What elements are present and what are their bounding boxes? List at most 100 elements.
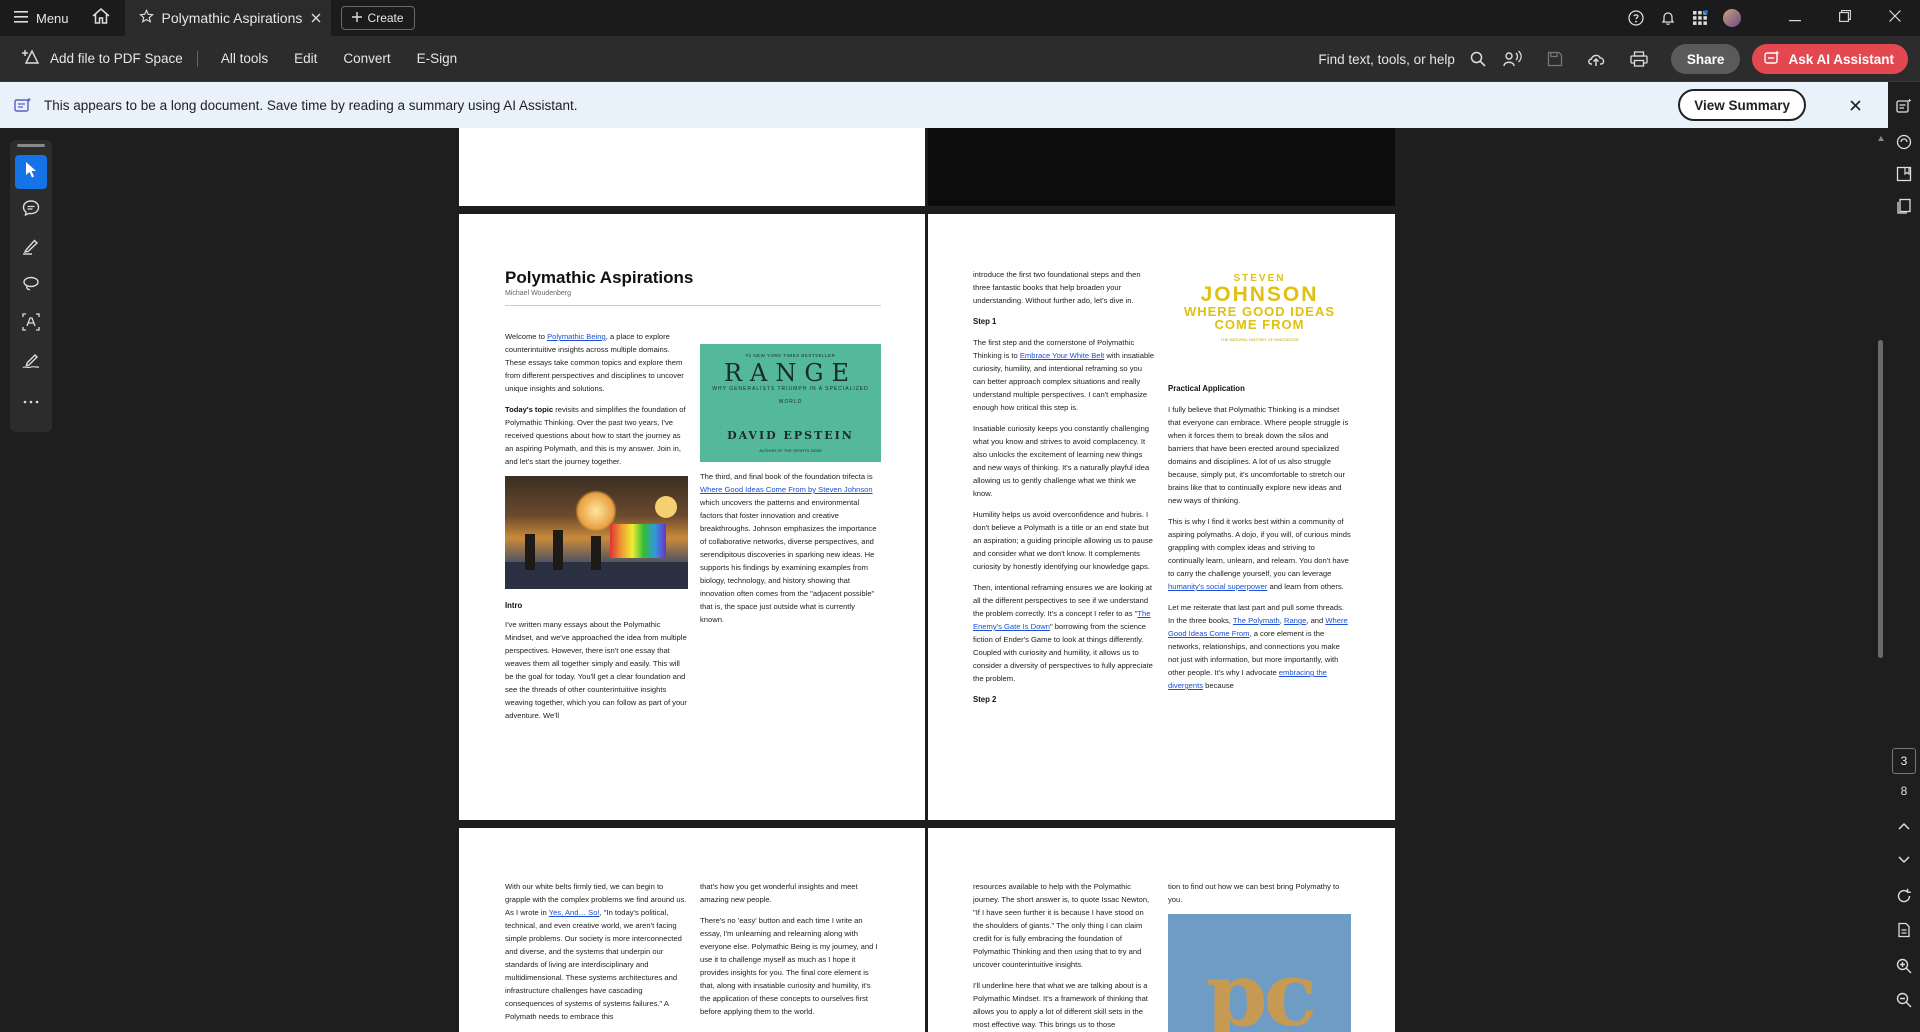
embrace-white-belt-link[interactable]: Embrace Your White Belt: [1020, 351, 1104, 360]
previous-page-icon[interactable]: [1888, 808, 1920, 844]
the-polymath-link[interactable]: The Polymath: [1233, 616, 1280, 625]
document-page-3: With our white belts firmly tied, we can…: [459, 828, 925, 1032]
step-1-paragraph: The first step and the cornerstone of Po…: [973, 338, 1155, 412]
more-tools-button[interactable]: [15, 383, 47, 417]
close-window-button[interactable]: [1870, 0, 1920, 36]
pages-panel-icon[interactable]: [1888, 188, 1920, 224]
profile-avatar[interactable]: [1716, 0, 1748, 36]
shoulders-of-giants-paragraph: resources available to help with the Pol…: [973, 882, 1150, 969]
bring-polymathy-paragraph: tion to find out how we can best bring P…: [1168, 882, 1340, 904]
sign-tool[interactable]: [15, 345, 47, 379]
select-tool[interactable]: [15, 155, 47, 189]
star-icon[interactable]: [138, 9, 154, 27]
comments-panel-icon[interactable]: [1888, 124, 1920, 160]
next-page-icon[interactable]: [1888, 842, 1920, 878]
upload-cloud-icon[interactable]: [1579, 41, 1615, 77]
menu-label: Menu: [36, 10, 69, 26]
third-book-paragraph: The third, and final book of the foundat…: [700, 472, 877, 624]
page-3-column-left: With our white belts firmly tied, we can…: [505, 880, 688, 1031]
page-4-column-right: tion to find out how we can best bring P…: [1168, 880, 1351, 1032]
apps-grid-icon[interactable]: [1684, 0, 1716, 36]
esign-menu[interactable]: E-Sign: [404, 51, 471, 66]
ai-summary-banner: This appears to be a long document. Save…: [0, 82, 1888, 128]
add-file-button[interactable]: Add file to PDF Space: [0, 36, 197, 82]
share-button[interactable]: Share: [1670, 44, 1741, 74]
quick-tools-rail: [10, 140, 52, 432]
today-topic-paragraph: Today's topic revisits and simplifies th…: [505, 405, 686, 466]
polymath-illustration: [505, 476, 688, 589]
save-icon[interactable]: [1537, 41, 1573, 77]
document-title: Polymathic Aspirations: [505, 268, 694, 287]
page-1-column-left: Welcome to Polymathic Being, a place to …: [505, 330, 688, 730]
page-fit-icon[interactable]: [1888, 912, 1920, 948]
restore-icon: [1839, 9, 1851, 27]
yes-and-so-link[interactable]: Yes, And… So!: [549, 908, 600, 917]
lasso-draw-icon: [22, 275, 40, 298]
view-summary-button[interactable]: View Summary: [1678, 89, 1806, 121]
document-scrollbar[interactable]: [1878, 128, 1884, 1032]
banner-message: This appears to be a long document. Save…: [44, 97, 578, 113]
polymathic-being-link[interactable]: Polymathic Being: [547, 332, 606, 341]
home-button[interactable]: [83, 0, 119, 36]
practical-paragraph: I fully believe that Polymathic Thinking…: [1168, 405, 1349, 505]
reiterate-paragraph: Let me reiterate that last part and pull…: [1168, 603, 1348, 690]
current-page-input[interactable]: 3: [1892, 748, 1916, 774]
add-file-label: Add file to PDF Space: [50, 51, 183, 66]
edit-menu[interactable]: Edit: [281, 51, 330, 66]
text-tool[interactable]: [15, 307, 47, 341]
ask-ai-assistant-button[interactable]: Ask AI Assistant: [1752, 44, 1908, 74]
find-label[interactable]: Find text, tools, or help: [1318, 52, 1455, 67]
print-icon[interactable]: [1621, 41, 1657, 77]
search-icon[interactable]: [1467, 41, 1489, 77]
white-belts-paragraph: With our white belts firmly tied, we can…: [505, 882, 687, 1021]
rotate-refresh-icon[interactable]: [1888, 878, 1920, 914]
tab-title: Polymathic Aspirations: [161, 10, 303, 26]
text-box-icon: [22, 312, 40, 336]
read-aloud-icon[interactable]: [1495, 41, 1531, 77]
help-icon[interactable]: [1620, 0, 1652, 36]
social-superpower-link[interactable]: humanity's social superpower: [1168, 582, 1267, 591]
restore-button[interactable]: [1820, 0, 1870, 36]
range-link[interactable]: Range: [1284, 616, 1306, 625]
ai-assistant-icon: [1764, 50, 1780, 69]
minimize-button[interactable]: [1770, 0, 1820, 36]
hamburger-icon: [14, 10, 28, 26]
zoom-out-icon[interactable]: [1888, 982, 1920, 1018]
scrollbar-thumb[interactable]: [1878, 340, 1883, 658]
bell-icon[interactable]: [1652, 0, 1684, 36]
where-good-ideas-link[interactable]: Where Good Ideas Come From by Steven Joh…: [700, 485, 873, 494]
add-file-icon: [22, 48, 40, 69]
create-button[interactable]: Create: [340, 6, 415, 30]
zoom-in-icon[interactable]: [1888, 948, 1920, 984]
create-label: Create: [367, 11, 404, 25]
scroll-up-arrow[interactable]: [1878, 128, 1884, 141]
document-page-4: resources available to help with the Pol…: [928, 828, 1395, 1032]
range-book-cover: #1 NEW YORK TIMES BESTSELLER RANGE WHY G…: [700, 344, 881, 462]
page-2-column-left: introduce the first two foundational ste…: [973, 268, 1156, 714]
draw-tool[interactable]: [15, 269, 47, 303]
bookmarks-panel-icon[interactable]: [1888, 156, 1920, 192]
comment-tool[interactable]: [15, 193, 47, 227]
convert-menu[interactable]: Convert: [330, 51, 403, 66]
banner-close-icon[interactable]: [1844, 94, 1866, 116]
document-tab[interactable]: Polymathic Aspirations: [124, 0, 331, 36]
all-tools-menu[interactable]: All tools: [208, 51, 281, 66]
comment-icon: [22, 199, 40, 222]
curiosity-paragraph: Insatiable curiosity keeps you constantl…: [973, 424, 1150, 498]
menu-button[interactable]: Menu: [0, 0, 83, 36]
pc-logo-image: pc: [1168, 914, 1351, 1032]
polymathic-mindset-paragraph: I'll underline here that what we are tal…: [973, 981, 1148, 1029]
total-pages-label: 8: [1900, 784, 1908, 798]
rail-drag-handle[interactable]: [17, 144, 45, 147]
intro-continued-paragraph: introduce the first two foundational ste…: [973, 270, 1141, 305]
close-tab-icon[interactable]: [311, 10, 321, 26]
ask-ai-label: Ask AI Assistant: [1788, 51, 1894, 67]
ai-assistant-panel-icon[interactable]: [1888, 88, 1920, 124]
humility-paragraph: Humility helps us avoid overconfidence a…: [973, 510, 1153, 571]
welcome-paragraph: Welcome to Polymathic Being, a place to …: [505, 332, 684, 393]
highlight-tool[interactable]: [15, 231, 47, 265]
easy-button-paragraph: There's no 'easy' button and each time I…: [700, 916, 878, 1016]
johnson-book-cover: STEVEN JOHNSON WHERE GOOD IDEAS COME FRO…: [1183, 273, 1336, 342]
cursor-arrow-icon: [23, 161, 39, 184]
title-bar: Menu Polymathic Aspirations Create: [0, 0, 1920, 36]
